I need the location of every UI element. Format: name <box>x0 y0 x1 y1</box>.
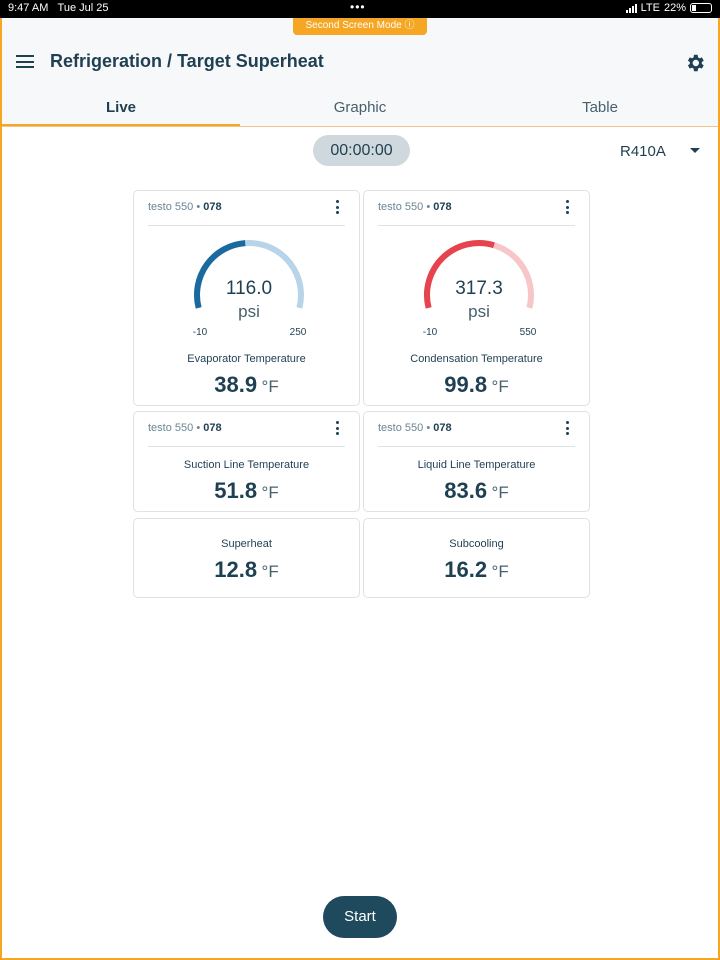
chevron-down-icon[interactable] <box>690 148 700 153</box>
status-time: 9:47 AM Tue Jul 25 <box>8 2 109 14</box>
superheat-card: Superheat 12.8 °F <box>133 518 360 598</box>
card-divider <box>378 225 575 226</box>
gauge-value: 317.3 <box>455 278 503 299</box>
measurement-reading: 12.8 °F <box>214 557 279 582</box>
refrigerant-select[interactable]: R410A <box>620 143 666 160</box>
more-options-icon[interactable] <box>563 421 571 437</box>
measurement-reading: 38.9 °F <box>214 372 279 397</box>
card-divider <box>148 446 345 447</box>
evaporator-pressure-gauge: 116.0 psi -10 250 <box>193 240 307 337</box>
tab-bar: Live Graphic Table <box>2 88 718 128</box>
tabs-divider <box>2 126 718 127</box>
tab-graphic[interactable]: Graphic <box>241 88 479 128</box>
gauge-unit: psi <box>238 302 260 321</box>
multitask-dots[interactable]: ••• <box>350 0 366 14</box>
device-label: testo 550 • 078 <box>148 422 222 434</box>
gauge-min: -10 <box>193 327 208 337</box>
device-label: testo 550 • 078 <box>148 201 222 213</box>
app-frame: Refrigeration / Target Superheat Live Gr… <box>0 18 720 960</box>
condensation-pressure-gauge: 317.3 psi -10 550 <box>423 240 537 337</box>
gauge-max: 550 <box>520 327 537 337</box>
device-label: testo 550 • 078 <box>378 422 452 434</box>
liquid-line-card: testo 550 • 078 Liquid Line Temperature … <box>363 411 590 512</box>
measurement-reading: 16.2 °F <box>444 557 509 582</box>
measurement-label: Condensation Temperature <box>410 353 543 365</box>
measurement-reading: 99.8 °F <box>444 372 509 397</box>
measurement-reading: 51.8 °F <box>214 478 279 503</box>
battery-percent: 22% <box>663 2 686 14</box>
card-divider <box>148 225 345 226</box>
suction-line-card: testo 550 • 078 Suction Line Temperature… <box>133 411 360 512</box>
signal-icon <box>625 3 637 13</box>
measurement-label: Subcooling <box>449 538 504 550</box>
gauge-max: 250 <box>290 327 307 337</box>
tab-table[interactable]: Table <box>481 88 719 128</box>
gauge-value: 116.0 <box>226 278 272 299</box>
second-screen-mode-badge[interactable]: Second Screen Mode ⓘ <box>293 18 427 35</box>
measurement-label: Suction Line Temperature <box>183 459 310 471</box>
device-label: testo 550 • 078 <box>378 201 452 213</box>
measurement-reading: 83.6 °F <box>444 478 509 503</box>
subcooling-card: Subcooling 16.2 °F <box>363 518 590 598</box>
page-title: Refrigeration / Target Superheat <box>50 51 324 71</box>
start-button[interactable]: Start <box>323 896 397 938</box>
network-label: LTE <box>640 2 660 14</box>
gauge-min: -10 <box>423 327 438 337</box>
menu-icon[interactable] <box>16 55 34 68</box>
measurement-label: Liquid Line Temperature <box>417 459 536 471</box>
gear-icon[interactable] <box>684 52 706 74</box>
status-bar: 9:47 AM Tue Jul 25 ••• LTE 22% <box>0 0 720 18</box>
timer-display: 00:00:00 <box>313 135 410 166</box>
more-options-icon[interactable] <box>563 200 571 216</box>
gauge-unit: psi <box>468 302 490 321</box>
evaporator-card: testo 550 • 078 116.0 psi -10 250 Evapor… <box>133 190 360 406</box>
status-right: LTE 22% <box>625 2 712 14</box>
measurement-label: Evaporator Temperature <box>187 353 306 365</box>
tab-live[interactable]: Live <box>2 88 240 128</box>
more-options-icon[interactable] <box>333 200 341 216</box>
measurement-label: Superheat <box>221 538 272 550</box>
condensation-card: testo 550 • 078 317.3 psi -10 550 Conden… <box>363 190 590 406</box>
more-options-icon[interactable] <box>333 421 341 437</box>
battery-icon <box>690 3 712 13</box>
card-divider <box>378 446 575 447</box>
